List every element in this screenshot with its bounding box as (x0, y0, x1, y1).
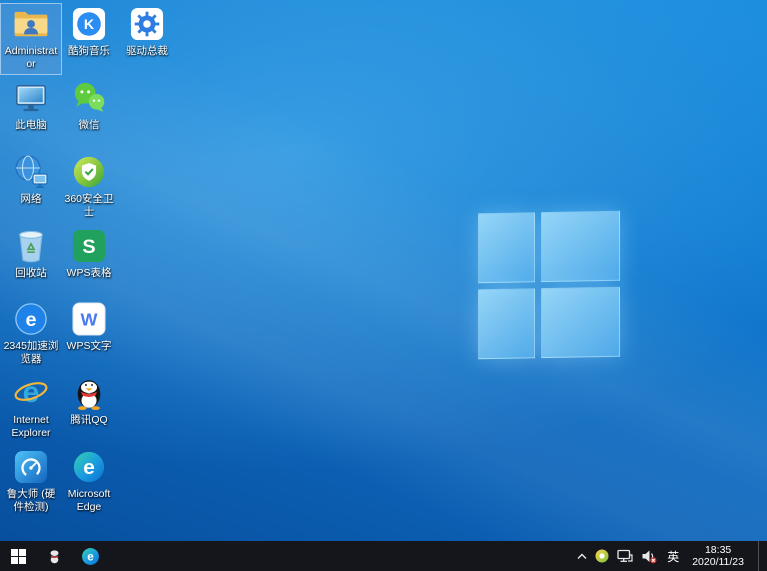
edge-icon: e (72, 450, 106, 484)
kugou-icon: K (72, 7, 106, 41)
windows-logo-pane (541, 211, 620, 282)
desktop-icon-wps-spreadsheet[interactable]: S WPS表格 (59, 226, 119, 292)
desktop-icon-kugou-music[interactable]: K 酷狗音乐 (59, 4, 119, 70)
desktop-icon-this-pc[interactable]: 此电脑 (1, 78, 61, 144)
desktop-icon-2345-browser[interactable]: e 2345加速浏览器 (1, 299, 61, 369)
icon-label: Microsoft Edge (60, 488, 118, 514)
recycle-bin-icon (14, 228, 48, 264)
wechat-icon (71, 81, 107, 115)
windows-logo-wallpaper (478, 211, 620, 359)
shield-icon (72, 155, 106, 189)
start-button[interactable] (0, 541, 36, 571)
icon-label: 2345加速浏览器 (2, 340, 60, 366)
icon-label: 酷狗音乐 (60, 45, 118, 58)
tray-time: 18:35 (705, 544, 731, 556)
icon-label: WPS表格 (60, 267, 118, 280)
tray-show-hidden-icons[interactable] (577, 553, 587, 560)
desktop-icon-ludashi[interactable]: 鲁大师 (硬件检测) (1, 447, 61, 517)
wps-doc-icon: W (72, 302, 106, 336)
windows-logo-pane (541, 287, 620, 358)
svg-text:e: e (83, 456, 95, 479)
browser-2345-icon: e (14, 302, 48, 336)
desktop-icon-wps-writer[interactable]: W WPS文字 (59, 299, 119, 365)
show-desktop-button[interactable] (758, 541, 763, 571)
icon-label: 微信 (60, 119, 118, 132)
desktop-icon-microsoft-edge[interactable]: e Microsoft Edge (59, 447, 119, 517)
icon-label: 360安全卫士 (60, 193, 118, 219)
taskbar-edge-button[interactable]: e (72, 541, 108, 571)
desktop-icon-driver-ceo[interactable]: 驱动总裁 (117, 4, 177, 70)
desktop-icon-recycle-bin[interactable]: 回收站 (1, 226, 61, 292)
system-tray: 英 18:35 2020/11/23 (577, 541, 767, 571)
tray-date: 2020/11/23 (692, 556, 744, 568)
svg-text:e: e (23, 376, 40, 409)
icon-label: Internet Explorer (2, 414, 60, 440)
taskbar-qq-button[interactable] (36, 541, 72, 571)
windows-start-icon (11, 549, 26, 564)
icon-label: 网络 (2, 193, 60, 206)
desktop-icon-internet-explorer[interactable]: e Internet Explorer (1, 373, 61, 443)
internet-explorer-icon: e (13, 375, 49, 411)
icon-label: 回收站 (2, 267, 60, 280)
gauge-icon (14, 450, 48, 484)
taskbar: e (0, 541, 767, 571)
svg-text:e: e (25, 309, 36, 331)
qq-penguin-icon (46, 547, 63, 565)
network-globe-icon (13, 154, 49, 190)
tray-volume-button[interactable] (641, 549, 657, 564)
network-tray-icon (617, 549, 633, 563)
svg-text:e: e (87, 550, 94, 563)
user-folder-icon (13, 9, 49, 39)
desktop-icon-administrator[interactable]: Administrator (1, 4, 61, 74)
desktop-surface[interactable]: Administrator K 酷狗音乐 (0, 0, 767, 541)
icon-label: 鲁大师 (硬件检测) (2, 488, 60, 514)
qq-penguin-icon (72, 375, 106, 411)
computer-icon (13, 81, 49, 115)
windows-logo-pane (478, 212, 535, 283)
speaker-muted-icon (641, 549, 657, 564)
gear-icon (130, 7, 164, 41)
chevron-up-icon (577, 553, 587, 560)
svg-text:W: W (81, 310, 98, 330)
desktop-icon-network[interactable]: 网络 (1, 152, 61, 218)
icon-label: 腾讯QQ (60, 414, 118, 427)
tray-network-button[interactable] (617, 549, 633, 563)
desktop-icon-tencent-qq[interactable]: 腾讯QQ (59, 373, 119, 439)
tray-360-icon-button[interactable] (595, 549, 609, 563)
ime-language-indicator[interactable]: 英 (665, 548, 681, 565)
icon-label: 此电脑 (2, 119, 60, 132)
svg-text:S: S (82, 236, 95, 258)
wps-sheet-icon: S (72, 229, 106, 263)
desktop-icon-wechat[interactable]: 微信 (59, 78, 119, 144)
tray-clock[interactable]: 18:35 2020/11/23 (689, 544, 747, 568)
desktop-icon-360-safeguard[interactable]: 360安全卫士 (59, 152, 119, 222)
icon-label: 驱动总裁 (118, 45, 176, 58)
windows-logo-pane (478, 288, 535, 359)
icon-label: WPS文字 (60, 340, 118, 353)
icon-label: Administrator (2, 45, 60, 71)
svg-text:K: K (84, 17, 95, 33)
edge-icon: e (81, 547, 100, 566)
360-tray-icon (595, 549, 609, 563)
